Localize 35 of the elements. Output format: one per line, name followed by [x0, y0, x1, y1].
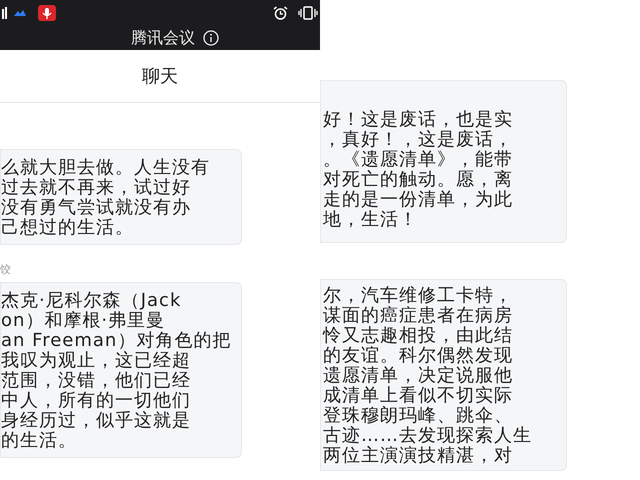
message-text: 谋面的癌症患者在病房: [323, 306, 514, 326]
message-text: 尔，汽车维修工卡特，: [323, 286, 514, 306]
message-text: 我叹为观止，这已经超: [1, 351, 192, 371]
message-text: 。《遗愿清单》，能带: [323, 150, 514, 170]
message-text: 对死亡的触动。愿，离: [323, 170, 514, 190]
message-text: 地，生活！: [323, 210, 419, 230]
message-text: an Freeman）对角色的把: [1, 331, 232, 351]
message-text: 没有勇气尝试就没有办: [1, 198, 192, 218]
message-text: 遗愿清单，决定说服他: [323, 366, 514, 386]
message-text: 身经历过，似乎这就是: [1, 411, 192, 431]
message-text: 的生活。: [1, 431, 78, 451]
microphone-icon: [38, 5, 56, 21]
message-text: 怜又志趣相投，由此结: [323, 326, 514, 346]
app-title: 腾讯会议: [131, 27, 195, 49]
message-text: 中人，所有的一切他们: [1, 391, 192, 411]
message-text: 么就大胆去做。人生没有: [1, 158, 211, 178]
message-text: 己想过的生活。: [1, 218, 135, 238]
alarm-icon: [273, 6, 288, 20]
vibrate-icon: [298, 6, 318, 20]
message-text: 好！这是废话，也是实: [323, 110, 514, 130]
message-text: 走的是一份清单，为此: [323, 190, 514, 210]
message-text: ，真好！，这是废话，: [323, 130, 514, 150]
message-text: on）和摩根·弗里曼: [1, 311, 166, 331]
message-text: 两位主演演技精湛，对: [323, 446, 514, 466]
info-icon[interactable]: [203, 30, 219, 46]
message-text: 范围，没错，他们已经: [1, 371, 192, 391]
message-text: 登珠穆朗玛峰、跳伞、: [323, 406, 514, 426]
message-text: 过去就不再来，试过好: [1, 178, 192, 198]
chat-title: 聊天: [142, 64, 178, 88]
message-text: 古迹……去发现探索人生: [323, 426, 533, 446]
message-text: 成清单上看似不切实际: [323, 386, 514, 406]
signal-icon: [2, 7, 8, 19]
message-text: 的友谊。科尔偶然发现: [323, 346, 514, 366]
message-text: 杰克·尼科尔森（Jack: [1, 291, 182, 311]
sender-name: 饺: [0, 263, 12, 276]
